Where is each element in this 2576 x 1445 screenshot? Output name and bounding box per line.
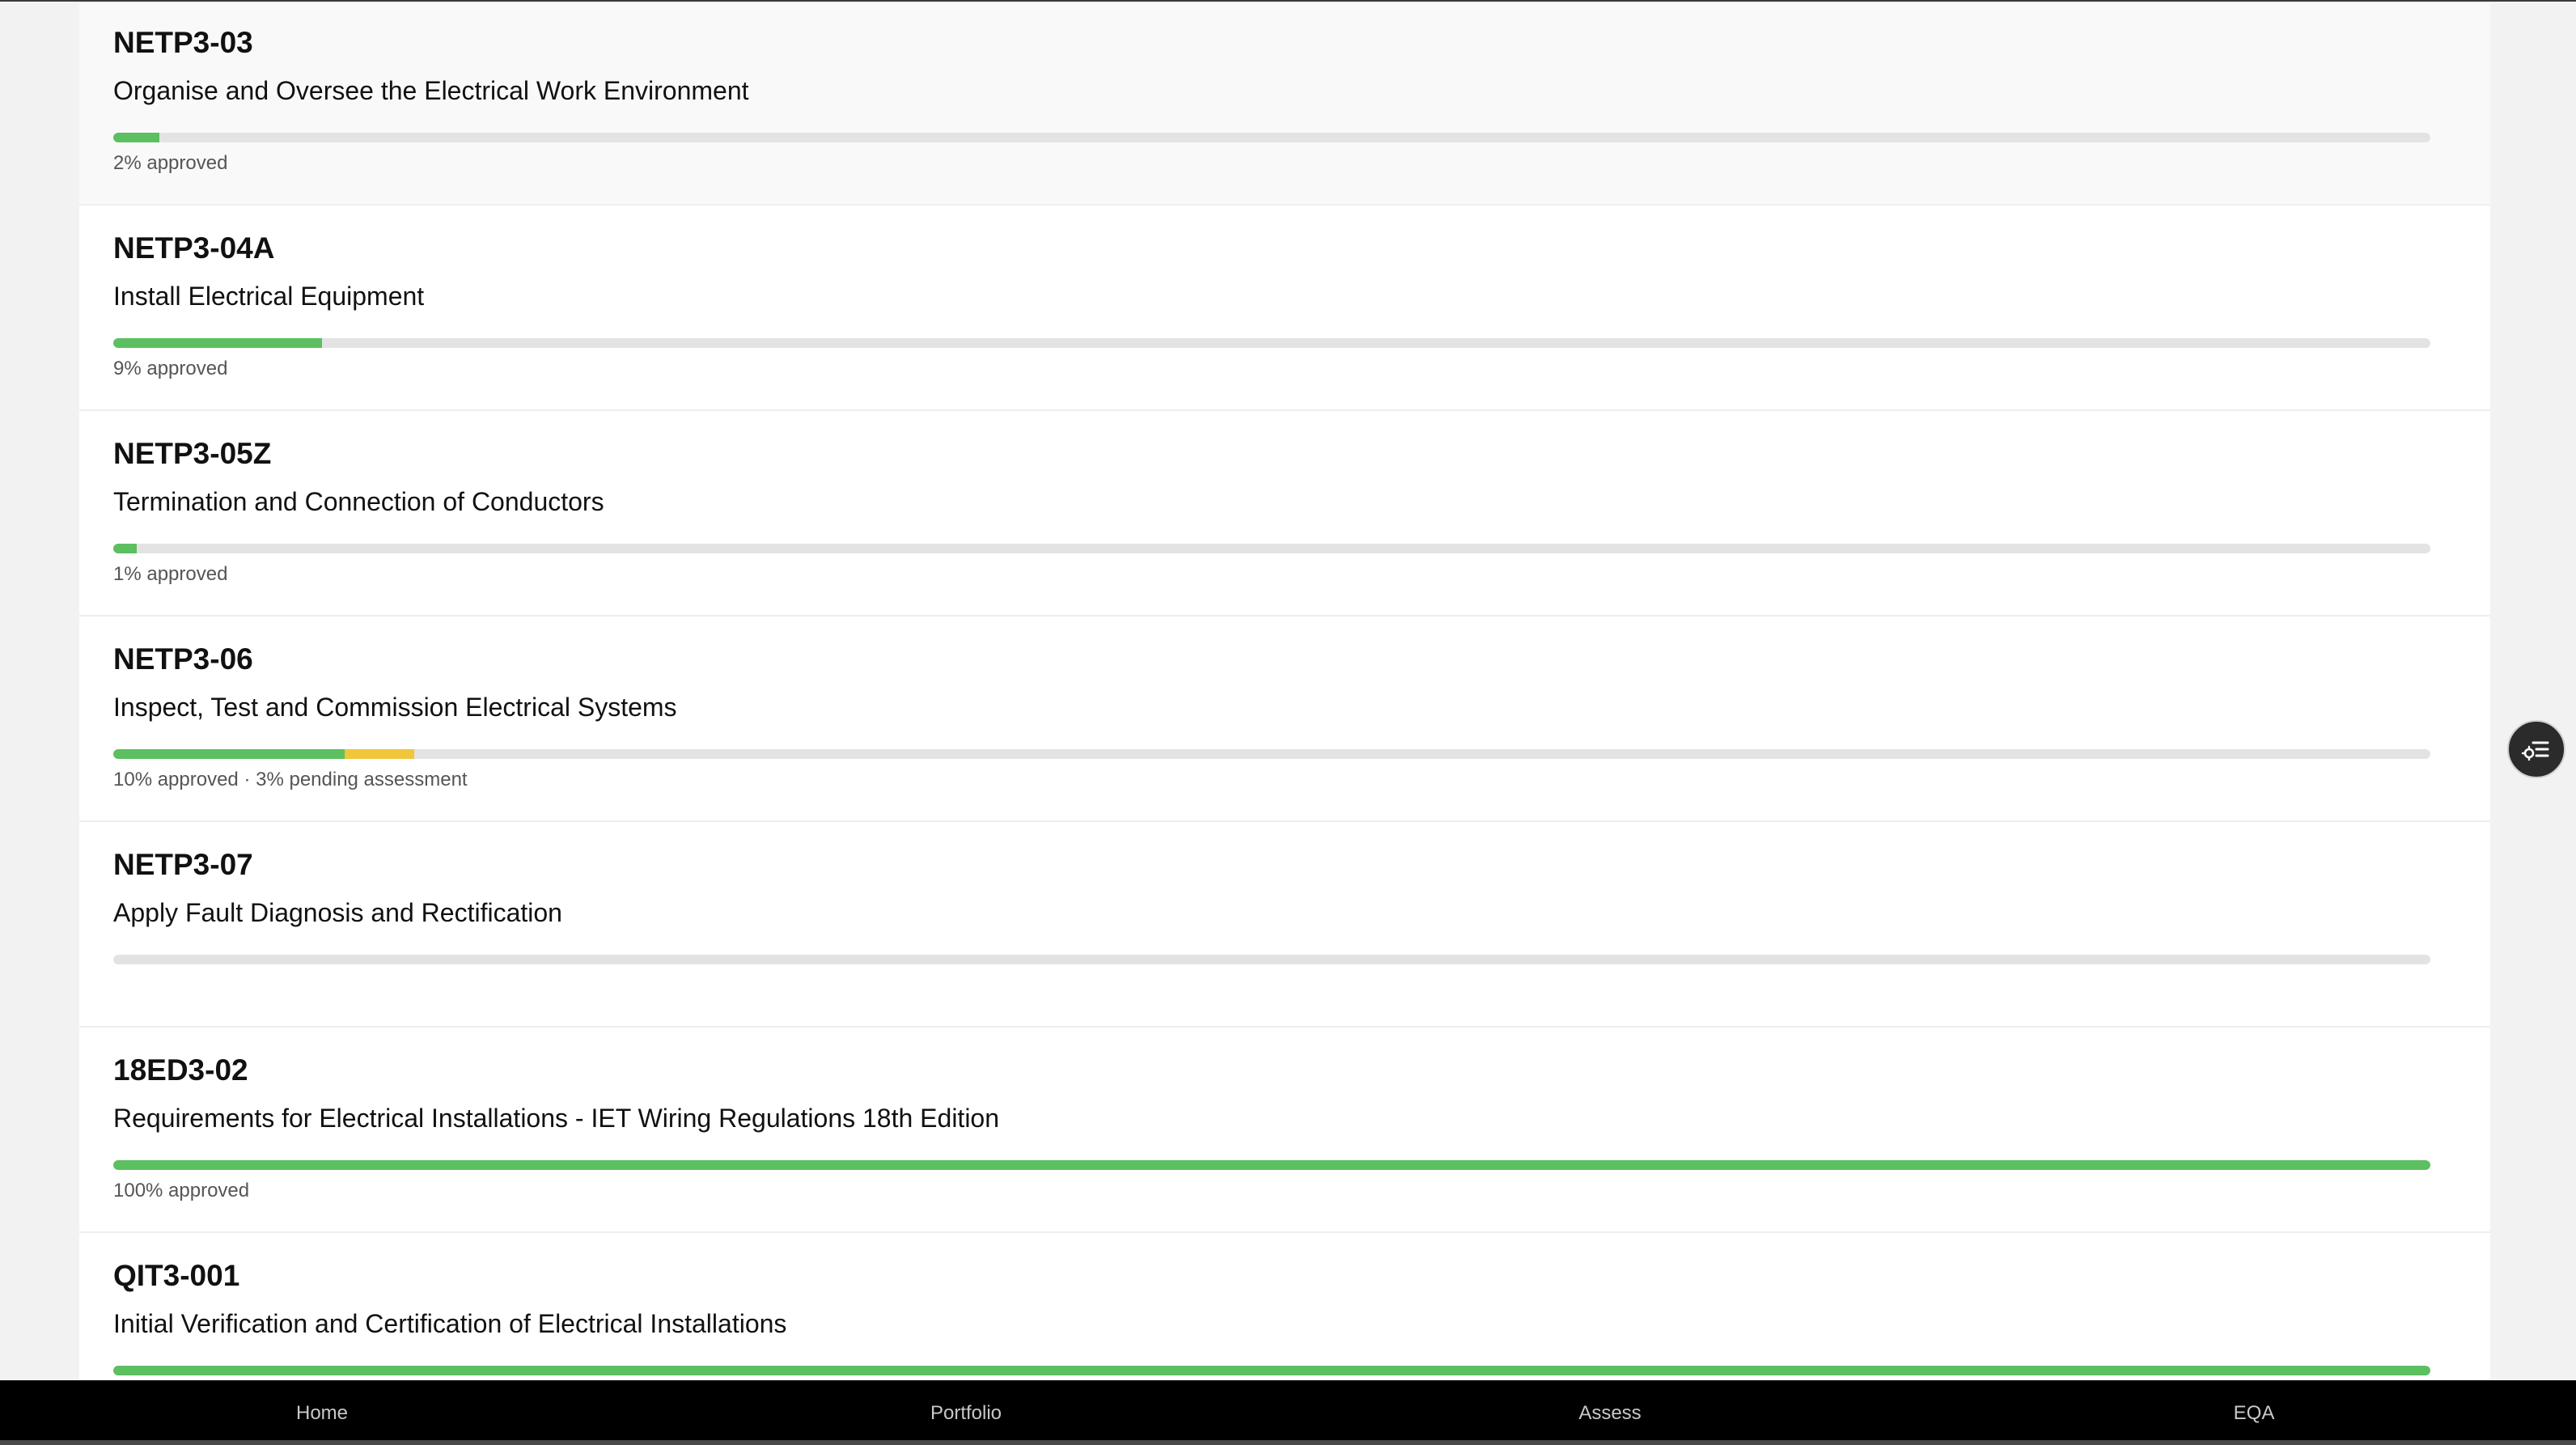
filter-button[interactable]	[2507, 720, 2565, 778]
progress-bar	[113, 1160, 2430, 1170]
unit-row[interactable]: NETP3-05Z Termination and Connection of C…	[79, 413, 2490, 617]
nav-portfolio[interactable]: Portfolio	[644, 1380, 1288, 1445]
unit-row[interactable]: NETP3-07 Apply Fault Diagnosis and Rectif…	[79, 824, 2490, 1028]
progress-approved-segment	[113, 544, 137, 553]
nav-home[interactable]: Home	[0, 1380, 644, 1445]
unit-title: Organise and Oversee the Electrical Work…	[113, 76, 749, 105]
app-screen: NETP3-03 Organise and Oversee the Electri…	[0, 0, 2576, 1445]
progress-bar	[113, 955, 2430, 964]
unit-list: NETP3-03 Organise and Oversee the Electri…	[79, 3, 2490, 1380]
progress-pending-segment	[345, 749, 414, 759]
nav-assess[interactable]: Assess	[1288, 1380, 1932, 1445]
unit-row[interactable]: 18ED3-02 Requirements for Electrical Inst…	[79, 1029, 2490, 1233]
progress-approved-segment	[113, 749, 345, 759]
progress-approved-segment	[113, 1366, 2430, 1375]
bottom-nav: Home Portfolio Assess EQA	[0, 1380, 2576, 1445]
nav-eqa[interactable]: EQA	[1932, 1380, 2576, 1445]
unit-row[interactable]: NETP3-06 Inspect, Test and Commission Ele…	[79, 618, 2490, 822]
window-bottom-edge	[0, 1440, 2576, 1445]
unit-title: Apply Fault Diagnosis and Rectification	[113, 898, 562, 927]
unit-status: 100% approved	[113, 1180, 250, 1201]
unit-title: Inspect, Test and Commission Electrical …	[113, 693, 677, 722]
unit-title: Requirements for Electrical Installation…	[113, 1104, 1000, 1133]
unit-status: 2% approved	[113, 152, 228, 174]
unit-title: Initial Verification and Certification o…	[113, 1309, 787, 1338]
unit-code: NETP3-06	[113, 642, 253, 676]
unit-code: 18ED3-02	[113, 1053, 248, 1087]
progress-approved-segment	[113, 1160, 2430, 1170]
unit-status: 9% approved	[113, 358, 228, 379]
unit-code: NETP3-05Z	[113, 437, 272, 470]
unit-status: 10% approved · 3% pending assessment	[113, 769, 468, 790]
progress-bar	[113, 749, 2430, 759]
unit-title: Install Electrical Equipment	[113, 282, 425, 311]
filter-list-icon	[2521, 741, 2549, 761]
unit-row[interactable]: NETP3-04A Install Electrical Equipment 9% …	[79, 207, 2490, 411]
unit-code: QIT3-001	[113, 1259, 240, 1292]
unit-status: 1% approved	[113, 563, 228, 585]
progress-bar	[113, 544, 2430, 553]
unit-row[interactable]: NETP3-03 Organise and Oversee the Electri…	[79, 3, 2490, 206]
unit-code: NETP3-04A	[113, 231, 275, 265]
progress-bar	[113, 1366, 2430, 1375]
unit-code: NETP3-03	[113, 26, 253, 59]
progress-bar	[113, 133, 2430, 142]
progress-approved-segment	[113, 133, 159, 142]
unit-code: NETP3-07	[113, 848, 253, 881]
progress-bar	[113, 338, 2430, 348]
unit-title: Termination and Connection of Conductors	[113, 487, 604, 516]
progress-approved-segment	[113, 338, 322, 348]
unit-row[interactable]: QIT3-001 Initial Verification and Certifi…	[79, 1235, 2490, 1380]
